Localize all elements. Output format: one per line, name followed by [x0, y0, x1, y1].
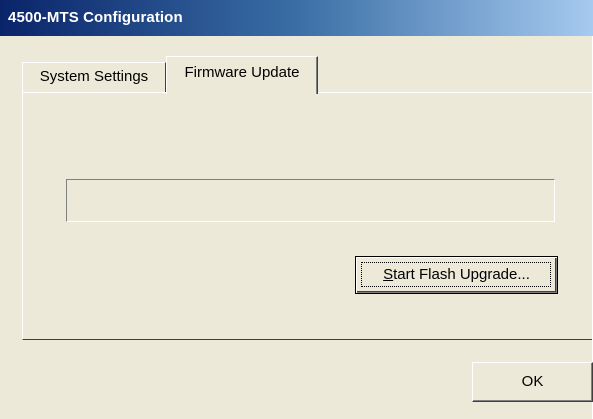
tab-system-settings[interactable]: System Settings	[22, 62, 166, 92]
configuration-dialog: 4500-MTS Configuration System Settings F…	[0, 0, 593, 419]
flash-progress-bar	[66, 179, 555, 222]
window-title: 4500-MTS Configuration	[8, 9, 183, 26]
flash-button-label: tart Flash Upgrade...	[393, 266, 530, 283]
firmware-update-panel: Start Flash Upgrade...	[22, 92, 592, 340]
ok-button-label: OK	[521, 373, 544, 390]
tab-system-settings-label: System Settings	[39, 68, 149, 85]
ok-button[interactable]: OK	[472, 362, 593, 402]
flash-button-mnemonic: S	[383, 266, 394, 283]
tab-firmware-update-label: Firmware Update	[184, 64, 300, 81]
title-bar[interactable]: 4500-MTS Configuration	[0, 0, 593, 36]
tab-firmware-update[interactable]: Firmware Update	[166, 56, 318, 94]
start-flash-upgrade-button[interactable]: Start Flash Upgrade...	[355, 256, 558, 294]
